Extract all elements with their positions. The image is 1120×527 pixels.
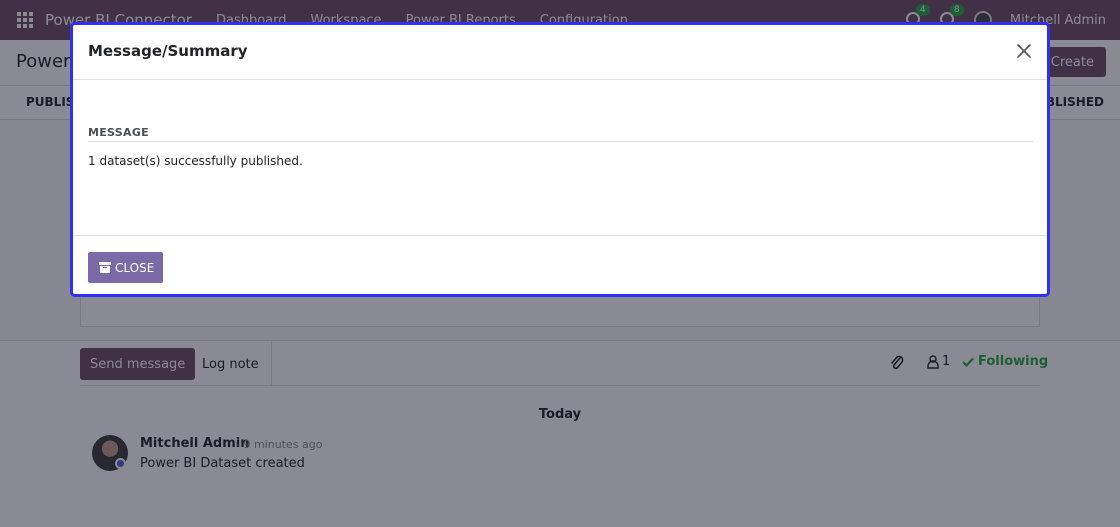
modal-footer: CLOSE [73,235,1047,294]
modal-title: Message/Summary [88,42,248,60]
modal-header: Message/Summary [73,25,1047,80]
message-section-label: MESSAGE [88,126,149,139]
close-button-label: CLOSE [115,260,155,275]
modal-body: MESSAGE 1 dataset(s) successfully publis… [73,80,1047,235]
close-button[interactable]: CLOSE [88,252,164,283]
archive-icon [99,262,111,273]
close-icon[interactable] [1015,42,1033,60]
message-text: 1 dataset(s) successfully published. [88,154,303,168]
section-divider [88,141,1033,142]
message-summary-dialog: Message/Summary MESSAGE 1 dataset(s) suc… [70,22,1050,297]
